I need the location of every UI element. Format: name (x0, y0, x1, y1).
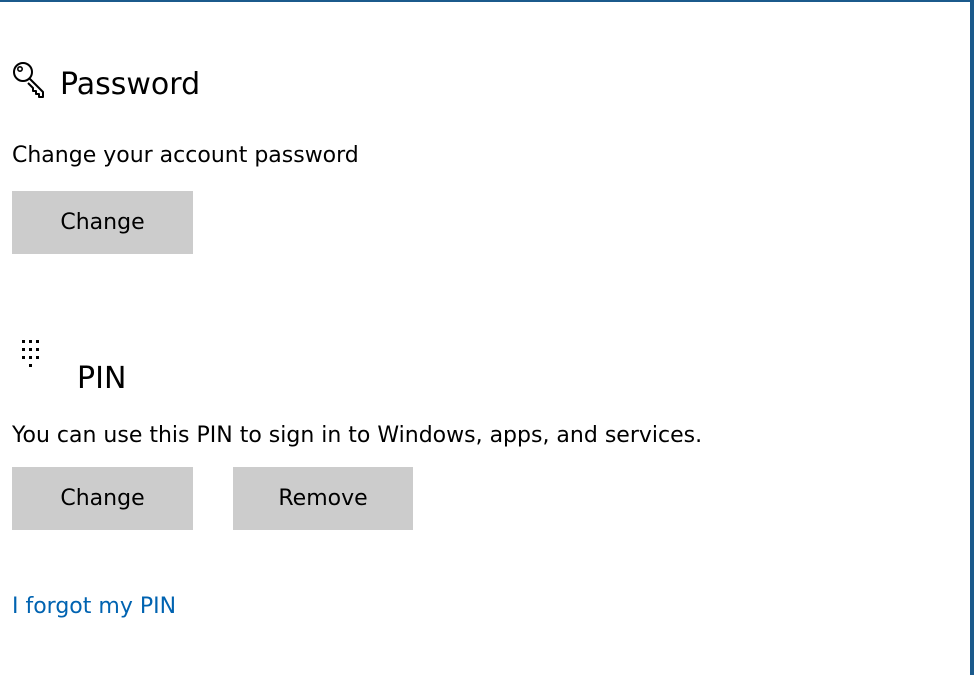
forgot-pin-link[interactable]: I forgot my PIN (12, 596, 176, 618)
change-pin-button[interactable]: Change (12, 467, 193, 530)
remove-pin-button[interactable]: Remove (233, 467, 413, 530)
settings-panel: Password Change your account password Ch… (0, 0, 974, 675)
key-icon (12, 60, 48, 100)
pin-description: You can use this PIN to sign in to Windo… (12, 423, 703, 448)
password-description: Change your account password (12, 143, 359, 168)
change-password-button[interactable]: Change (12, 191, 193, 254)
pin-title: PIN (77, 361, 127, 396)
password-heading: Password (12, 60, 200, 100)
password-title: Password (60, 67, 201, 102)
keypad-icon (12, 338, 52, 384)
